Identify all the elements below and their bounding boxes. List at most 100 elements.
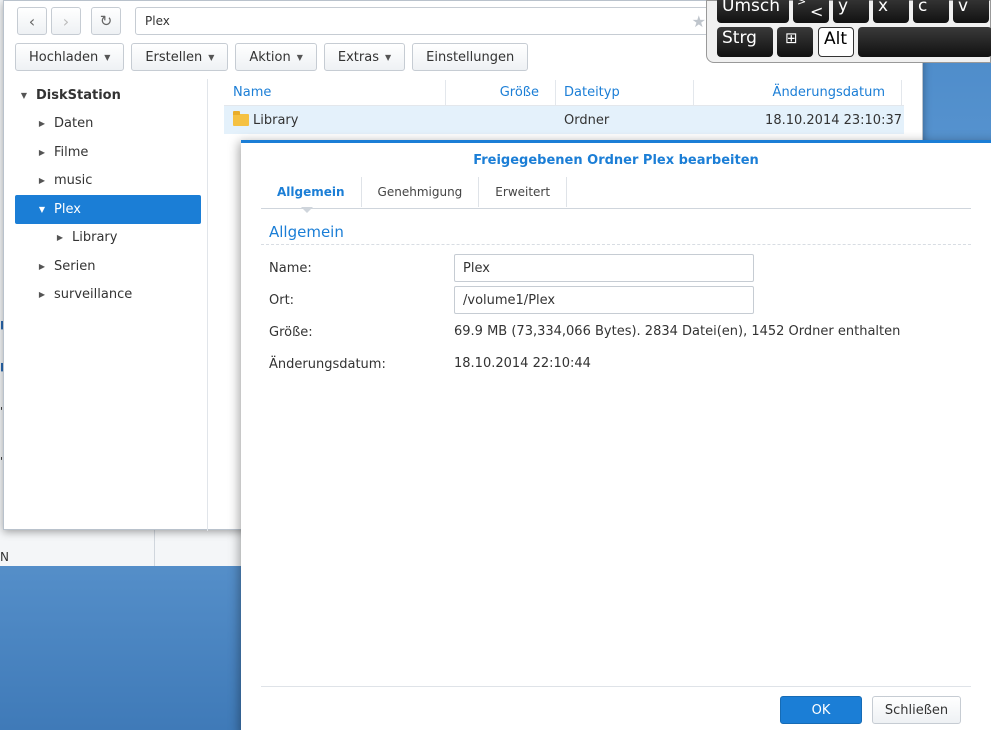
folder-icon (233, 111, 249, 126)
cell-name: Library (224, 111, 446, 128)
chevron-right-icon: › (62, 11, 70, 31)
footer-divider (261, 686, 971, 687)
close-button[interactable]: Schließen (872, 696, 961, 724)
key-label: Alt (824, 29, 848, 49)
key-x[interactable]: x (873, 0, 909, 23)
tree-item-library[interactable]: ▶ Library (15, 224, 201, 253)
pane-divider[interactable] (207, 79, 208, 531)
key-less-than[interactable]: > < (793, 0, 829, 23)
star-icon[interactable]: ★ (692, 12, 706, 31)
triangle-down-icon[interactable]: ▼ (18, 91, 30, 100)
upload-button[interactable]: Hochladen ▼ (15, 43, 125, 71)
navigation-buttons: ‹ › ↻ (17, 7, 121, 35)
dialog-title: Freigegebenen Ordner Plex bearbeiten (473, 153, 759, 168)
tree-item-daten[interactable]: ▶ Daten (15, 110, 201, 139)
key-shift[interactable]: Umsch (717, 0, 789, 23)
extras-button-label: Extras (337, 49, 379, 65)
size-label: Größe: (269, 325, 313, 340)
triangle-down-icon[interactable]: ▼ (36, 205, 48, 214)
key-y[interactable]: y (833, 0, 869, 23)
folder-tree: ▼ DiskStation ▶ Daten ▶ Filme ▶ music ▼ Plex … (15, 81, 201, 309)
tree-item-label: music (54, 173, 93, 189)
key-alt[interactable]: Alt (818, 27, 854, 57)
create-button-label: Erstellen (145, 49, 203, 65)
on-screen-keyboard: Umsch > < y x c v Strg ⊞ Alt (706, 0, 991, 63)
column-header-type[interactable]: Dateityp (556, 80, 694, 105)
key-label: Umsch (722, 0, 780, 16)
triangle-right-icon[interactable]: ▶ (36, 176, 48, 185)
tree-item-music[interactable]: ▶ music (15, 167, 201, 196)
triangle-right-icon[interactable]: ▶ (36, 148, 48, 157)
key-label: v (958, 0, 969, 16)
key-v[interactable]: v (953, 0, 989, 23)
file-name: Library (253, 112, 299, 128)
column-header-size[interactable]: Größe (446, 80, 556, 105)
key-ctrl[interactable]: Strg (717, 27, 773, 57)
action-button-label: Aktion (249, 49, 291, 65)
caret-down-icon: ▼ (384, 52, 392, 62)
create-button[interactable]: Erstellen ▼ (131, 43, 229, 71)
caret-down-icon: ▼ (296, 52, 303, 62)
path-text: Plex (145, 14, 170, 28)
triangle-right-icon[interactable]: ▶ (54, 233, 66, 242)
extras-button[interactable]: Extras ▼ (323, 43, 406, 71)
forward-button[interactable]: › (51, 7, 81, 35)
action-button[interactable]: Aktion ▼ (235, 43, 317, 71)
key-label: < (810, 2, 824, 21)
tree-root-label: DiskStation (36, 87, 121, 103)
location-label: Ort: (269, 293, 295, 308)
triangle-right-icon[interactable]: ▶ (36, 290, 48, 299)
edit-shared-folder-dialog: Freigegebenen Ordner Plex bearbeiten All… (241, 140, 991, 730)
key-space[interactable] (858, 27, 991, 57)
tree-item-label: Daten (54, 116, 94, 132)
tree-item-label: Serien (54, 258, 96, 274)
refresh-icon: ↻ (99, 12, 113, 30)
background-status-letter: N (0, 550, 9, 564)
tab-advanced[interactable]: Erweitert (479, 177, 568, 207)
name-label: Name: (269, 261, 312, 276)
key-label: x (878, 0, 889, 16)
table-row[interactable]: Library Ordner 18.10.2014 23:10:37 (224, 106, 904, 134)
name-field[interactable] (454, 254, 754, 282)
cell-type: Ordner (564, 112, 610, 128)
path-bar[interactable]: Plex ★ (135, 7, 715, 35)
section-divider (261, 244, 971, 245)
modified-label: Änderungsdatum: (269, 357, 386, 372)
ok-button[interactable]: OK (780, 696, 862, 724)
triangle-right-icon[interactable]: ▶ (36, 262, 48, 271)
settings-button-label: Einstellungen (426, 49, 515, 65)
caret-down-icon: ▼ (104, 52, 111, 62)
key-label: Strg (722, 28, 757, 48)
file-list: Name Größe Dateityp Änderungsdatum Libra… (224, 80, 904, 134)
tree-item-plex[interactable]: ▼ Plex (15, 195, 201, 224)
section-title: Allgemein (269, 223, 344, 241)
refresh-button[interactable]: ↻ (91, 7, 121, 35)
caret-down-icon: ▼ (208, 52, 215, 62)
upload-button-label: Hochladen (29, 49, 99, 65)
key-c[interactable]: c (913, 0, 949, 23)
file-list-header: Name Größe Dateityp Änderungsdatum (224, 80, 904, 106)
back-button[interactable]: ‹ (17, 7, 47, 35)
key-label: c (918, 0, 928, 16)
location-field[interactable] (454, 286, 754, 314)
tree-item-label: Library (72, 230, 118, 246)
settings-button[interactable]: Einstellungen (412, 43, 529, 71)
triangle-right-icon[interactable]: ▶ (36, 119, 48, 128)
tab-general[interactable]: Allgemein (261, 177, 362, 213)
tab-permissions[interactable]: Genehmigung (362, 177, 480, 207)
dialog-tabs: Allgemein Genehmigung Erweitert (261, 177, 971, 213)
action-toolbar: Hochladen ▼ Erstellen ▼ Aktion ▼ Extras ▼ Ei… (15, 43, 529, 71)
column-header-modified[interactable]: Änderungsdatum (694, 80, 902, 105)
column-header-name[interactable]: Name (224, 80, 446, 105)
tree-item-label: surveillance (54, 287, 133, 303)
key-shift-hint: > (797, 0, 807, 8)
key-windows[interactable]: ⊞ (777, 27, 813, 57)
tree-item-serien[interactable]: ▶ Serien (15, 252, 201, 281)
tree-item-label: Plex (54, 201, 81, 217)
tree-item-filme[interactable]: ▶ Filme (15, 138, 201, 167)
tree-root-diskstation[interactable]: ▼ DiskStation (15, 81, 201, 110)
size-value: 69.9 MB (73,334,066 Bytes). 2834 Datei(e… (454, 324, 901, 339)
tree-item-surveillance[interactable]: ▶ surveillance (15, 281, 201, 310)
cell-modified: 18.10.2014 23:10:37 (765, 112, 902, 128)
chevron-left-icon: ‹ (28, 11, 36, 31)
